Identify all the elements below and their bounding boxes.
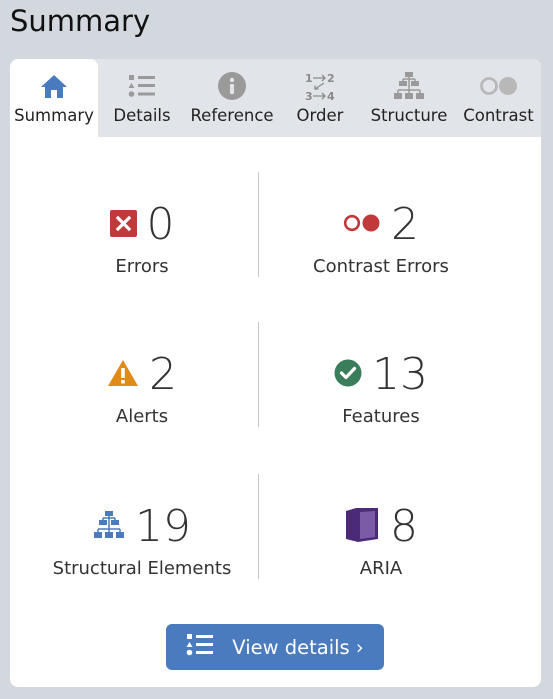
alert-icon: [107, 359, 139, 391]
features-label: Features: [342, 406, 420, 427]
check-icon: [334, 359, 362, 391]
features-count: 13: [372, 349, 428, 400]
errors-count: 0: [146, 199, 175, 250]
summary-panel: Summary Details Reference 1 2 3 4 Order Str…: [10, 59, 541, 687]
aria-cube-icon: [344, 507, 380, 547]
features-stat[interactable]: 13 Features: [261, 350, 501, 427]
tab-label: Structure: [370, 106, 448, 125]
tab-summary[interactable]: Summary: [10, 59, 98, 137]
order-icon: 1 2 3 4: [304, 69, 336, 103]
structure-icon: [93, 510, 125, 544]
tab-label: Contrast: [463, 106, 534, 125]
tab-label: Details: [113, 106, 171, 125]
page-title: Summary: [10, 4, 151, 38]
info-icon: [217, 69, 247, 103]
structure-icon: [393, 69, 425, 103]
list-icon: [186, 633, 214, 661]
errors-label: Errors: [115, 256, 169, 277]
tab-structure[interactable]: Structure: [362, 59, 456, 137]
tab-label: Reference: [190, 106, 274, 125]
alerts-count: 2: [149, 349, 177, 400]
contrast-errors-count: 2: [391, 199, 419, 250]
svg-text:1: 1: [305, 72, 313, 85]
structural-elements-count: 19: [135, 501, 191, 552]
contrast-icon: [479, 69, 519, 103]
contrast-error-icon: [343, 213, 381, 237]
list-icon: [127, 69, 157, 103]
alerts-label: Alerts: [115, 406, 169, 427]
tab-details[interactable]: Details: [98, 59, 186, 137]
view-details-button[interactable]: View details ›: [166, 624, 384, 670]
view-details-label: View details ›: [232, 635, 364, 659]
aria-stat[interactable]: 8 ARIA: [261, 502, 501, 579]
contrast-errors-stat[interactable]: 2 Contrast Errors: [261, 199, 501, 278]
aria-label: ARIA: [359, 558, 403, 579]
error-icon: [109, 209, 137, 241]
tab-bar: Summary Details Reference 1 2 3 4 Order Str…: [10, 59, 541, 137]
errors-stat[interactable]: 0 Errors: [22, 200, 262, 277]
svg-text:4: 4: [327, 90, 335, 102]
contrast-errors-label: Contrast Errors: [313, 256, 449, 277]
tab-reference[interactable]: Reference: [186, 59, 278, 137]
aria-count: 8: [390, 501, 418, 552]
structural-elements-stat[interactable]: 19 Structural Elements: [22, 501, 262, 580]
structural-elements-label: Structural Elements: [52, 558, 232, 579]
svg-text:2: 2: [327, 72, 335, 85]
tab-label: Summary: [14, 106, 94, 125]
tab-order[interactable]: 1 2 3 4 Order: [278, 59, 362, 137]
tab-contrast[interactable]: Contrast: [456, 59, 541, 137]
tab-label: Order: [296, 106, 344, 125]
alerts-stat[interactable]: 2 Alerts: [22, 350, 262, 427]
svg-text:3: 3: [305, 90, 313, 102]
home-icon: [39, 69, 69, 103]
